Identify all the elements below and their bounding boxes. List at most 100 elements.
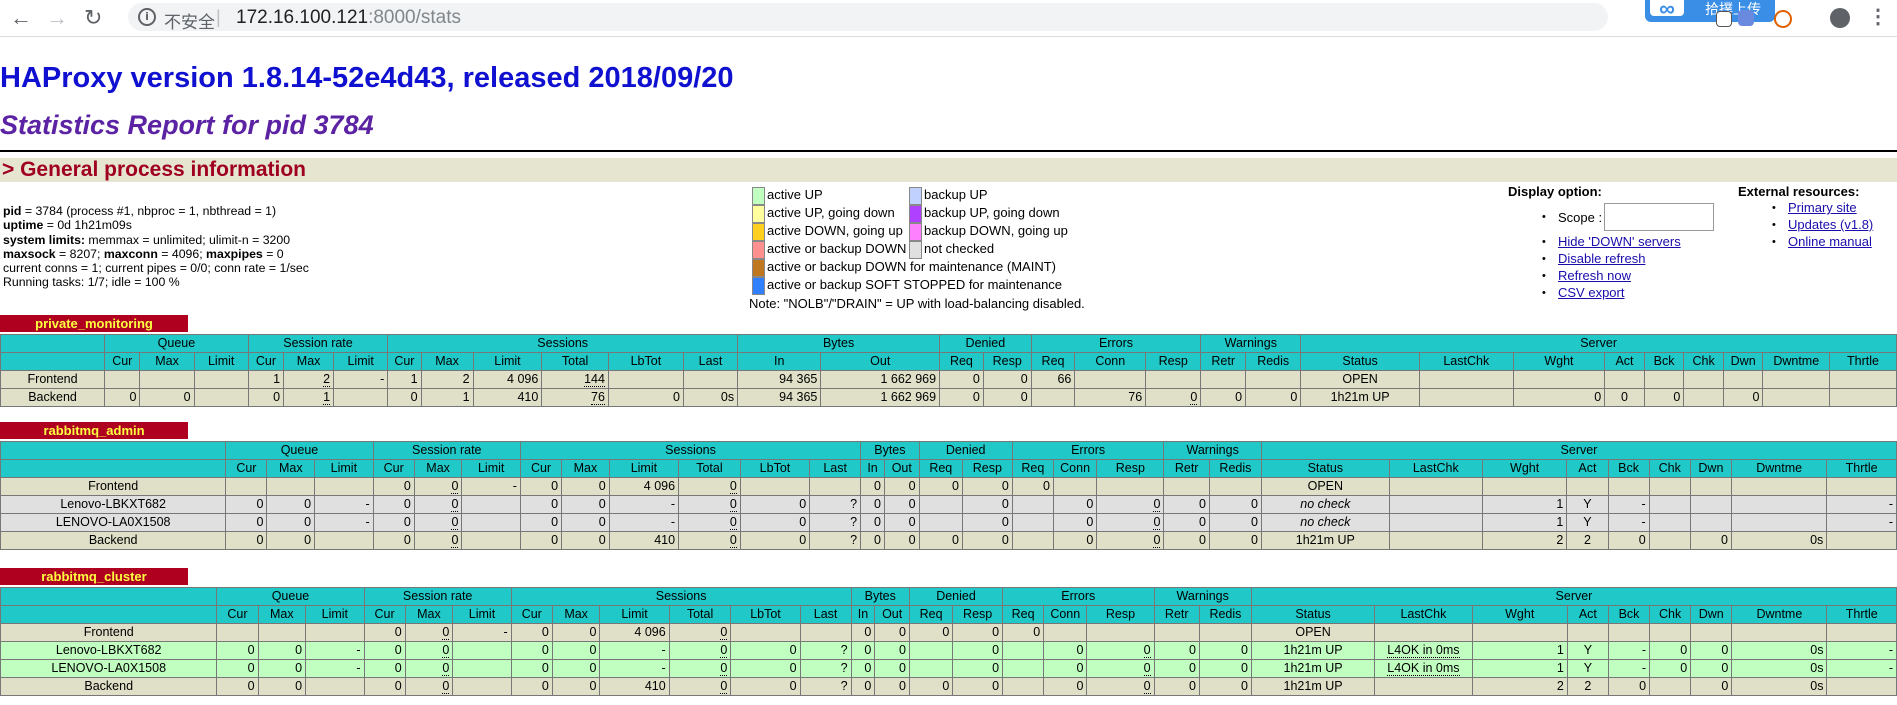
online-manual-link[interactable]: Online manual — [1788, 234, 1872, 249]
column-header: Redis — [1198, 605, 1252, 624]
group-header: Errors — [1030, 334, 1202, 353]
cell-value: 1h21m UP — [1330, 390, 1390, 404]
cell-value: 0s — [1810, 533, 1824, 547]
infinity-icon[interactable]: ∞ — [1650, 0, 1684, 21]
account-icon[interactable] — [1830, 8, 1850, 28]
extension-orange-icon[interactable] — [1774, 10, 1792, 28]
limits-key: system limits: — [3, 232, 86, 247]
proxy-name[interactable]: private_monitoring — [0, 315, 188, 332]
cell-value: - — [380, 372, 385, 386]
table-cell: 0 — [939, 388, 984, 407]
menu-kebab-icon[interactable]: ⋮ — [1868, 4, 1888, 29]
bullet-icon: • — [1772, 202, 1776, 214]
updates-link[interactable]: Updates (v1.8) — [1788, 217, 1873, 232]
table-cell — [1604, 370, 1645, 389]
star-icon[interactable] — [1716, 11, 1732, 27]
scope-input[interactable] — [1604, 203, 1714, 231]
cell-value: 0 — [672, 390, 680, 404]
row-name[interactable]: Lenovo-LBKXT682 — [0, 495, 227, 514]
hide-down-servers-link[interactable]: Hide 'DOWN' servers — [1558, 234, 1681, 249]
row-name[interactable]: Backend — [0, 677, 218, 696]
column-header: Limit — [608, 459, 680, 478]
column-header: Cur — [104, 352, 141, 371]
column-header: Out — [820, 352, 941, 371]
group-header: Sessions — [510, 587, 852, 606]
proxy-stats-table: Queue Session rate Sessions Bytes Denied Erro… — [0, 334, 1897, 407]
row-name[interactable]: Frontend — [0, 477, 227, 496]
forward-arrow-icon[interactable]: → — [46, 6, 68, 30]
cell-value: L4OK in 0ms — [1387, 661, 1460, 676]
cell-value: 0 — [183, 390, 191, 404]
table-cell — [452, 641, 512, 660]
column-header: Cur — [225, 459, 268, 478]
legend-swatch — [752, 277, 765, 295]
reload-icon[interactable]: ↻ — [84, 6, 102, 30]
back-arrow-icon[interactable]: ← — [10, 6, 32, 30]
table-cell: - — [1607, 495, 1650, 514]
table-cell: 0 — [1086, 677, 1155, 696]
cell-value: 0 — [952, 533, 959, 547]
row-name[interactable]: LENOVO-LA0X1508 — [0, 659, 218, 678]
table-cell — [799, 623, 852, 642]
table-cell: 1h21m UP — [1260, 531, 1390, 550]
table-cell: 0 — [1096, 495, 1165, 514]
table-cell — [1689, 477, 1732, 496]
row-name[interactable]: Backend — [0, 388, 106, 407]
table-cell: 0 — [519, 513, 563, 532]
cell-value: 410 — [644, 679, 666, 693]
cell-value: 4 096 — [643, 479, 676, 493]
table-cell: 1h21m UP — [1250, 641, 1376, 660]
csv-export-link[interactable]: CSV export — [1558, 285, 1624, 300]
row-name[interactable]: Frontend — [0, 623, 218, 642]
cell-value: 0 — [1076, 661, 1084, 675]
refresh-now-link[interactable]: Refresh now — [1558, 268, 1631, 283]
column-header: Max — [413, 459, 463, 478]
disable-refresh-link[interactable]: Disable refresh — [1558, 251, 1645, 266]
proxy-name[interactable]: rabbitmq_cluster — [0, 568, 188, 585]
column-header: Max — [404, 605, 454, 624]
url-path: :8000/stats — [368, 7, 462, 28]
table-cell: 0 — [1690, 659, 1733, 678]
cell-value: 0 — [1153, 533, 1161, 548]
address-bar[interactable]: i 不安全 | 172.16.100.121:8000/stats — [128, 3, 1608, 32]
table-cell: 0 — [1604, 388, 1645, 407]
cell-value: 0 — [541, 679, 549, 693]
table-cell: 0 — [1163, 531, 1210, 550]
table-cell — [1648, 531, 1691, 550]
column-header: Limit — [193, 352, 249, 371]
cell-value: 0 — [899, 661, 906, 675]
info-icon[interactable]: i — [138, 8, 156, 26]
table-cell: 0 — [413, 477, 463, 496]
cell-value: - — [1888, 497, 1893, 511]
column-header: Wght — [1512, 352, 1606, 371]
pid-value: = 3784 (process #1, nbproc = 1, nbthread… — [21, 204, 277, 218]
table-cell: 0 — [225, 495, 268, 514]
column-header: Thrtle — [1826, 459, 1897, 478]
column-header: Retr — [1163, 459, 1210, 478]
table-cell: 0 — [510, 623, 553, 642]
table-cell: 0 — [1086, 641, 1155, 660]
cell-value: 0 — [394, 643, 402, 657]
table-cell: 0 — [216, 677, 259, 696]
table-cell: - — [1826, 659, 1897, 678]
extension-icon[interactable] — [1738, 10, 1754, 26]
table-cell: 0 — [850, 659, 876, 678]
row-name[interactable]: Lenovo-LBKXT682 — [0, 641, 218, 660]
table-cell: 4 096 — [472, 370, 543, 389]
proxy-name[interactable]: rabbitmq_admin — [0, 422, 188, 439]
table-cell: 0 — [363, 677, 406, 696]
row-name[interactable]: Frontend — [0, 370, 106, 389]
cell-value: 0 — [256, 497, 264, 511]
primary-site-link[interactable]: Primary site — [1788, 200, 1857, 215]
table-cell: ? — [799, 641, 852, 660]
table-cell: 0 — [404, 623, 454, 642]
table-cell: 0 — [1690, 677, 1733, 696]
row-name[interactable]: LENOVO-LA0X1508 — [0, 513, 227, 532]
group-header: Queue — [216, 587, 365, 606]
table-cell: 0 — [678, 513, 741, 532]
table-cell — [918, 513, 963, 532]
table-cell: ? — [799, 659, 852, 678]
column-header: Bck — [1607, 459, 1650, 478]
row-name[interactable]: Backend — [0, 531, 227, 550]
table-cell: 0 — [561, 477, 610, 496]
